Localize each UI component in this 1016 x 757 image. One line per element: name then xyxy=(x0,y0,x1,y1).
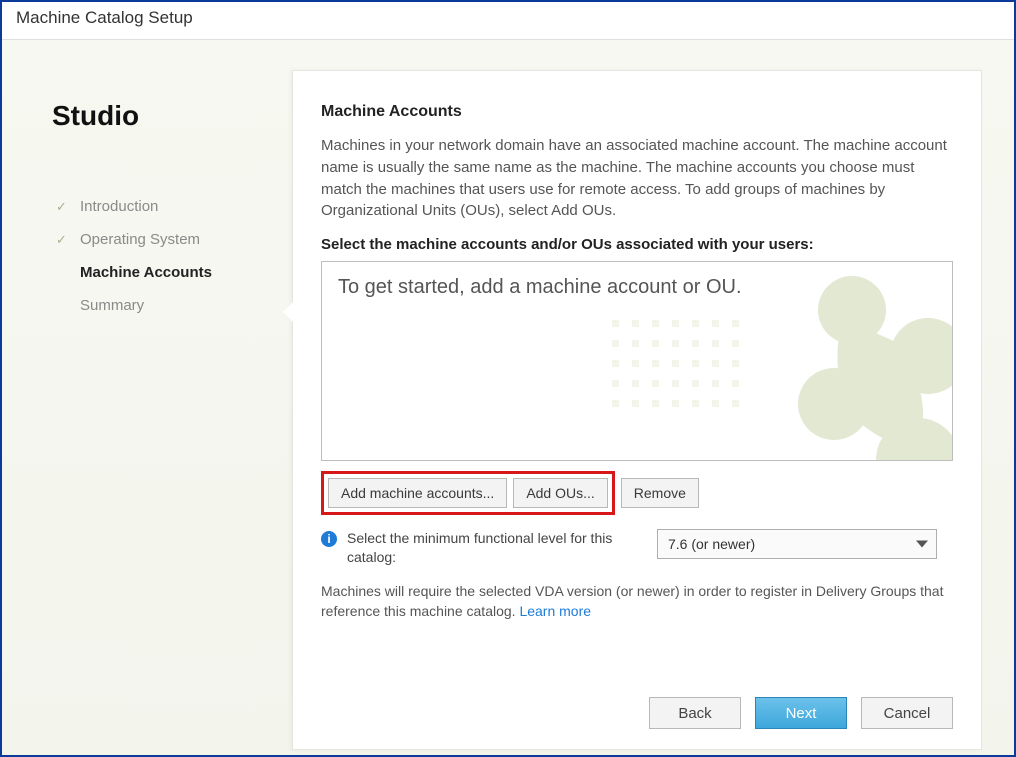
check-icon: ✓ xyxy=(56,199,72,215)
accounts-buttons-row: Add machine accounts... Add OUs... Remov… xyxy=(321,471,953,515)
functional-level-select[interactable]: 7.6 (or newer) xyxy=(657,529,937,559)
remove-button[interactable]: Remove xyxy=(621,478,699,508)
window: Machine Catalog Setup Studio ✓ Introduct… xyxy=(0,0,1016,757)
highlight-annotation: Add machine accounts... Add OUs... xyxy=(321,471,615,515)
wizard-content: Studio ✓ Introduction ✓ Operating System… xyxy=(2,40,1014,755)
add-machine-accounts-button[interactable]: Add machine accounts... xyxy=(328,478,507,508)
functional-level-label: Select the minimum functional level for … xyxy=(347,529,647,567)
step-label: Summary xyxy=(80,297,144,314)
page-heading: Machine Accounts xyxy=(321,103,953,121)
step-machine-accounts[interactable]: Machine Accounts xyxy=(52,256,272,289)
panel-arrow-icon xyxy=(283,301,294,323)
add-ous-button[interactable]: Add OUs... xyxy=(513,478,607,508)
step-operating-system[interactable]: ✓ Operating System xyxy=(52,223,272,256)
check-icon: ✓ xyxy=(56,232,72,248)
brand-label: Studio xyxy=(52,100,272,132)
cancel-button[interactable]: Cancel xyxy=(861,697,953,729)
window-title: Machine Catalog Setup xyxy=(2,2,1014,40)
step-summary[interactable]: Summary xyxy=(52,289,272,322)
next-button[interactable]: Next xyxy=(755,697,847,729)
page-description: Machines in your network domain have an … xyxy=(321,135,953,222)
learn-more-link[interactable]: Learn more xyxy=(519,603,591,619)
functional-level-row: i Select the minimum functional level fo… xyxy=(321,529,953,567)
accounts-list-placeholder: To get started, add a machine account or… xyxy=(338,276,936,299)
vda-note: Machines will require the selected VDA v… xyxy=(321,581,953,622)
sidebar: Studio ✓ Introduction ✓ Operating System… xyxy=(22,70,282,710)
chevron-down-icon xyxy=(916,541,928,548)
step-label: Operating System xyxy=(80,231,200,248)
wizard-steps: ✓ Introduction ✓ Operating System Machin… xyxy=(52,190,272,322)
accounts-list[interactable]: To get started, add a machine account or… xyxy=(321,261,953,461)
step-label: Introduction xyxy=(80,198,158,215)
vda-note-text: Machines will require the selected VDA v… xyxy=(321,583,944,619)
main-panel: Machine Accounts Machines in your networ… xyxy=(292,70,982,750)
step-introduction[interactable]: ✓ Introduction xyxy=(52,190,272,223)
back-button[interactable]: Back xyxy=(649,697,741,729)
info-icon: i xyxy=(321,531,337,547)
select-accounts-label: Select the machine accounts and/or OUs a… xyxy=(321,236,953,253)
functional-level-value: 7.6 (or newer) xyxy=(668,536,755,552)
step-label: Machine Accounts xyxy=(80,264,212,281)
wizard-buttons: Back Next Cancel xyxy=(649,697,953,729)
